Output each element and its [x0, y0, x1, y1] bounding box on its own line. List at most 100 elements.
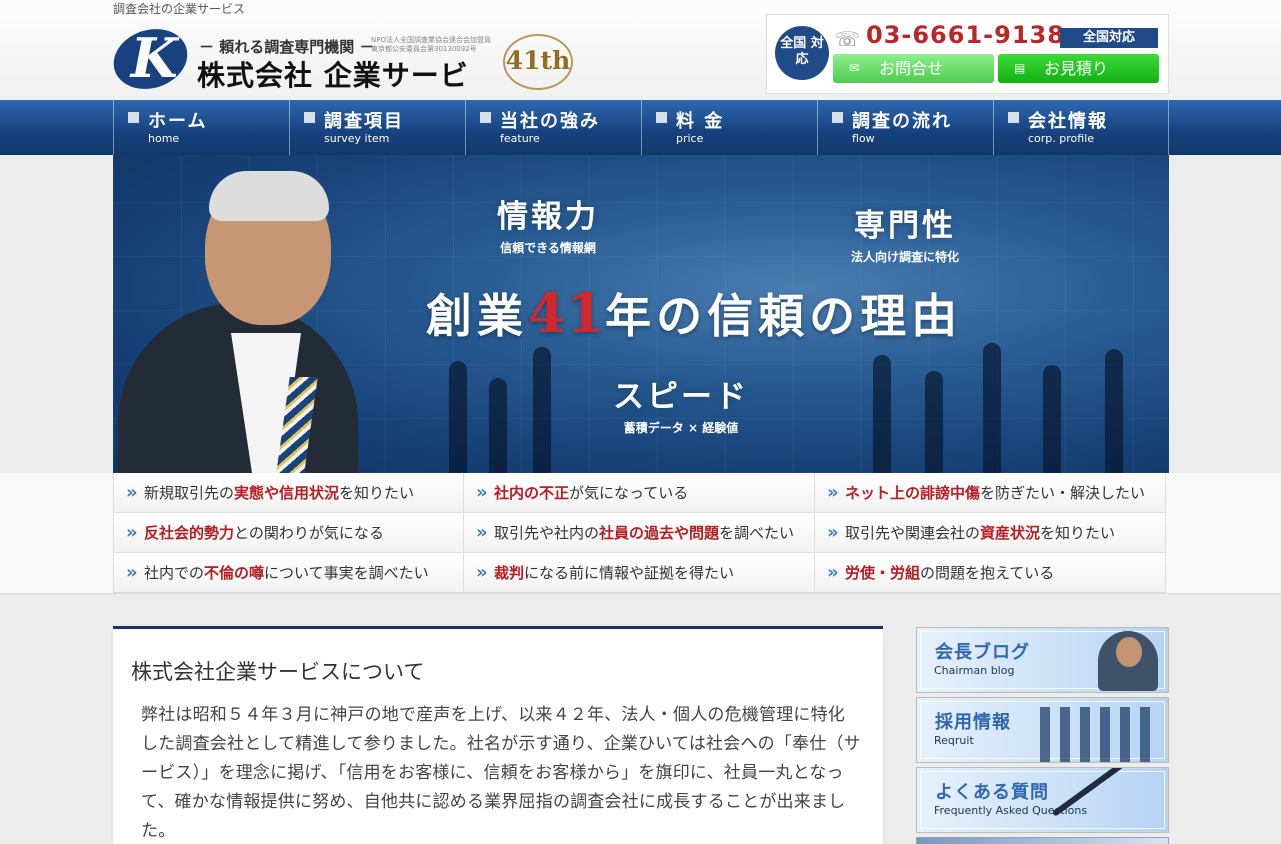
feature-information: 情報力 信頼できる情報網	[497, 191, 599, 256]
faq-title: よくある質問	[935, 782, 1049, 803]
contact-box: 全国 対応 ☏ 03-6661-9138 全国対応 ✉ お問合せ ▤ お見積り	[766, 14, 1169, 94]
faq-banner[interactable]: よくある質問 Frequently Asked Questions	[916, 767, 1169, 833]
nav-survey-label: 調査項目	[324, 111, 404, 132]
feature-speed: スピード 蓄積データ × 経験値	[613, 371, 749, 436]
nav-home-subtitle: home	[148, 132, 180, 145]
nav-profile-subtitle: corp. profile	[1028, 132, 1095, 145]
sidebar-next-banner[interactable]	[916, 837, 1169, 844]
phone-icon: ☏	[835, 27, 861, 51]
business-silhouette	[925, 371, 943, 473]
concern-link[interactable]: ネット上の誹謗中傷を防ぎたい・解決したい	[815, 473, 1166, 513]
concern-highlight: 社内の不正	[494, 484, 570, 502]
concern-link[interactable]: 反社会的勢力との関わりが気になる	[113, 513, 464, 553]
concern-link[interactable]: 裁判になる前に情報や証拠を得たい	[464, 553, 815, 593]
concern-text: 社内での	[144, 564, 205, 582]
inquiry-label: お問合せ	[879, 59, 944, 78]
concern-link[interactable]: 社内の不正が気になっている	[464, 473, 815, 513]
nav-flow[interactable]: 調査の流れ flow	[817, 100, 993, 155]
phone-number[interactable]: 03-6661-9138	[866, 21, 1065, 49]
chairman-blog-subtitle: Chairman blog	[934, 664, 1015, 677]
concern-highlight: 不倫の噂	[204, 564, 265, 582]
feature-speed-subtitle: 蓄積データ × 経験値	[623, 421, 739, 435]
nav-feature-label: 当社の強み	[500, 111, 600, 132]
nav-home[interactable]: ホーム home	[113, 100, 289, 155]
chairman-portrait-icon	[1098, 631, 1158, 691]
anniversary-badge: 41th	[503, 34, 573, 90]
concern-link[interactable]: 取引先や関連会社の資産状況を知りたい	[815, 513, 1166, 553]
nav-square-icon	[128, 112, 139, 123]
concern-highlight: 労使・労組	[845, 564, 921, 582]
feature-expertise: 専門性 法人向け調査に特化	[851, 200, 959, 265]
nav-flow-subtitle: flow	[852, 132, 875, 145]
nav-items: ホーム home 調査項目 survey item 当社の強み feature 料 金…	[113, 100, 1169, 155]
nav-price[interactable]: 料 金 price	[641, 100, 817, 155]
pen-icon	[1051, 768, 1137, 817]
nav-survey-subtitle: survey item	[324, 132, 390, 145]
concern-text: 取引先や社内の	[494, 524, 600, 542]
chairman-hair	[209, 171, 329, 221]
business-silhouette	[983, 343, 1001, 473]
nav-home-label: ホーム	[148, 111, 208, 132]
concern-text: 新規取引先の	[144, 484, 235, 502]
nav-flow-label: 調査の流れ	[852, 111, 952, 132]
concern-text: について事実を調べたい	[264, 564, 429, 582]
business-silhouette	[1043, 365, 1061, 473]
document-icon: ▤	[1014, 61, 1026, 75]
chairman-blog-title: 会長ブログ	[935, 642, 1030, 663]
estimate-label: お見積り	[1044, 59, 1109, 78]
nav-corporate-profile[interactable]: 会社情報 corp. profile	[993, 100, 1169, 155]
nav-feature[interactable]: 当社の強み feature	[465, 100, 641, 155]
global-navigation: ホーム home 調査項目 survey item 当社の強み feature 料 金…	[0, 100, 1281, 155]
concern-highlight: 裁判	[494, 564, 525, 582]
concern-text: の問題を抱えている	[920, 564, 1055, 582]
business-silhouette	[449, 361, 467, 473]
hero-heading-number: 41	[528, 281, 606, 345]
nav-square-icon	[656, 112, 667, 123]
business-silhouette	[533, 347, 551, 473]
hero-banner: 情報力 信頼できる情報網 専門性 法人向け調査に特化 創業41年の信頼の理由 ス…	[113, 155, 1169, 473]
hero-heading-prefix: 創業	[426, 289, 528, 343]
chairman-blog-banner[interactable]: 会長ブログ Chairman blog	[916, 627, 1169, 693]
concern-text: を防ぎたい・解決したい	[980, 484, 1146, 502]
about-body-text: 弊社は昭和５４年３月に神戸の地で産声を上げ、以来４２年、法人・個人の危機管理に特…	[141, 705, 861, 841]
company-k-logo-icon	[105, 19, 196, 99]
nav-square-icon	[304, 112, 315, 123]
nav-profile-label: 会社情報	[1028, 111, 1108, 132]
business-silhouette	[873, 355, 891, 473]
business-silhouette	[489, 378, 507, 473]
concern-link[interactable]: 社内での不倫の噂について事実を調べたい	[113, 553, 464, 593]
concern-text: を知りたい	[1040, 524, 1116, 542]
concern-link[interactable]: 労使・労組の問題を抱えている	[815, 553, 1166, 593]
concern-link[interactable]: 新規取引先の実態や信用状況を知りたい	[113, 473, 464, 513]
concern-link[interactable]: 取引先や社内の社員の過去や問題を調べたい	[464, 513, 815, 553]
inquiry-button[interactable]: ✉ お問合せ	[833, 54, 994, 83]
concern-text: が気になっている	[569, 484, 689, 502]
hero-heading-suffix: 年の信頼の理由	[605, 289, 963, 343]
about-title: 株式会社企業サービスについて	[131, 660, 425, 684]
nationwide-badge: 全国 対応	[775, 26, 829, 80]
concern-highlight: 社員の過去や問題	[599, 524, 720, 542]
estimate-button[interactable]: ▤ お見積り	[998, 54, 1159, 83]
sidebar-banners: 会長ブログ Chairman blog 採用情報 Reqruit よくある質問 …	[916, 627, 1169, 844]
feature-speed-title: スピード	[613, 379, 749, 415]
mail-icon: ✉	[849, 61, 860, 75]
nav-survey-items[interactable]: 調査項目 survey item	[289, 100, 465, 155]
concern-text: 取引先や関連会社の	[845, 524, 981, 542]
nav-square-icon	[832, 112, 843, 123]
recruit-title: 採用情報	[935, 712, 1011, 733]
npo-membership-text: NPO法人全国調査業協会連合会加盟員 東京都公安委員会第30130092号	[371, 36, 491, 53]
business-silhouette	[1105, 349, 1123, 473]
company-logo[interactable]: － 頼れる調査専門機関 － 株式会社 企業サービス NPO法人全国調査業協会連合…	[105, 19, 493, 132]
nav-square-icon	[1008, 112, 1019, 123]
recruit-banner[interactable]: 採用情報 Reqruit	[916, 697, 1169, 763]
phone-nationwide-label: 全国対応	[1060, 28, 1158, 48]
nav-feature-subtitle: feature	[500, 132, 540, 145]
recruit-subtitle: Reqruit	[934, 734, 974, 747]
concern-highlight: 実態や信用状況	[234, 484, 340, 502]
concern-text: になる前に情報や証拠を得たい	[524, 564, 735, 582]
people-icon	[1040, 707, 1160, 762]
concern-text: との関わりが気になる	[234, 524, 384, 542]
top-header: 調査会社の企業サービス － 頼れる調査専門機関 － 株式会社 企業サービス NP…	[0, 0, 1281, 132]
nav-price-subtitle: price	[676, 132, 704, 145]
feature-information-title: 情報力	[497, 199, 599, 235]
